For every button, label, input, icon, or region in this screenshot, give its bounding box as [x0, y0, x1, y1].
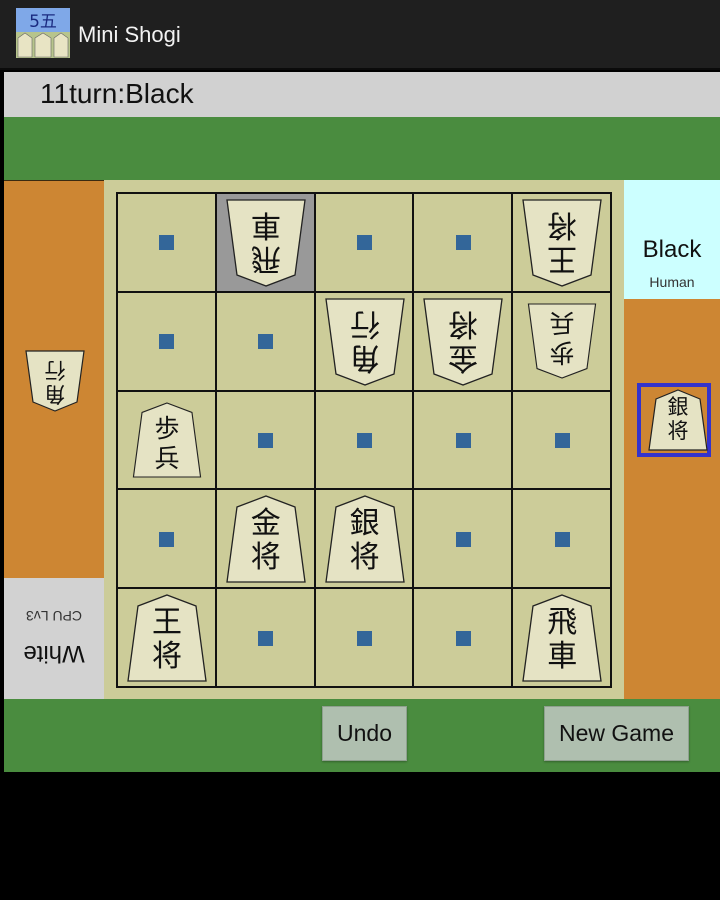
piece-label: 飛車 [547, 605, 578, 675]
board-cell[interactable]: 王将 [118, 589, 215, 686]
piece-label: 歩兵 [154, 413, 180, 473]
board-cell[interactable] [414, 490, 512, 588]
white-captured-pieces-area[interactable]: 角行 [4, 180, 104, 579]
board-cell[interactable] [513, 490, 610, 588]
black-player-type: Human [649, 274, 695, 290]
legal-move-marker[interactable] [455, 630, 471, 646]
white-hand-piece-bishop[interactable]: 角行 [22, 348, 88, 414]
black-hand-piece-silver[interactable]: 銀将 [645, 387, 711, 453]
shogi-board[interactable]: 飛車王将角行金将歩兵歩兵金将銀将王将飛車 [116, 192, 612, 688]
board-cell[interactable]: 王将 [513, 194, 610, 291]
new-game-button[interactable]: New Game [544, 706, 689, 761]
title-bar: 5五 Mini Shogi [0, 0, 720, 70]
piece-label: 金将 [250, 506, 281, 576]
board-cell[interactable] [315, 194, 413, 291]
board-cell[interactable] [216, 292, 314, 390]
white-piece[interactable]: 歩兵 [525, 301, 599, 381]
legal-move-marker[interactable] [455, 235, 471, 251]
black-piece[interactable]: 王将 [124, 592, 210, 684]
legal-move-marker[interactable] [159, 334, 175, 350]
board-cell[interactable]: 歩兵 [513, 292, 610, 390]
board-cell[interactable]: 角行 [315, 292, 413, 390]
white-player-name: White [23, 640, 85, 667]
black-captured-pieces-area[interactable]: 銀将 [624, 299, 720, 699]
board-cell[interactable]: 飛車 [513, 589, 610, 686]
piece-label: 金将 [448, 305, 479, 375]
board-cell[interactable]: 金将 [414, 292, 512, 390]
legal-move-marker[interactable] [455, 432, 471, 448]
board-cell[interactable] [513, 391, 610, 489]
legal-move-marker[interactable] [258, 630, 274, 646]
black-player-name: Black [642, 236, 702, 263]
board-cell[interactable] [118, 292, 215, 390]
legal-move-marker[interactable] [356, 630, 372, 646]
piece-label: 銀将 [349, 506, 380, 576]
white-player-type: CPU Lv3 [25, 608, 83, 624]
app-icon: 5五 [16, 8, 70, 58]
piece-label: 王将 [547, 207, 578, 276]
black-piece[interactable]: 金将 [223, 493, 309, 585]
black-piece[interactable]: 飛車 [519, 592, 605, 684]
app-title: Mini Shogi [78, 22, 181, 47]
legal-move-marker[interactable] [356, 432, 372, 448]
board-cell[interactable]: 歩兵 [118, 391, 215, 489]
white-piece[interactable]: 角行 [322, 296, 408, 388]
piece-label: 角行 [349, 305, 380, 375]
app-icon-text: 5五 [29, 12, 57, 32]
board-cell[interactable] [216, 589, 314, 686]
turn-status-text: 11turn:Black [40, 78, 194, 109]
board-cell[interactable] [414, 589, 512, 686]
board-cell[interactable]: 銀将 [315, 490, 413, 588]
legal-move-marker[interactable] [554, 531, 570, 547]
piece-label: 歩兵 [549, 307, 575, 367]
board-cell[interactable] [414, 391, 512, 489]
board-cell[interactable] [414, 194, 512, 291]
legal-move-marker[interactable] [258, 432, 274, 448]
legal-move-marker[interactable] [159, 235, 175, 251]
piece-label: 飛車 [250, 207, 281, 276]
legal-move-marker[interactable] [356, 235, 372, 251]
black-player-info: Black Human [624, 180, 720, 299]
top-margin-band [4, 117, 720, 180]
legal-move-marker[interactable] [258, 334, 274, 350]
legal-move-marker[interactable] [455, 531, 471, 547]
selected-hand-piece-highlight[interactable]: 銀将 [637, 383, 711, 457]
piece-label: 王将 [152, 605, 182, 675]
board-cell[interactable]: 金将 [216, 490, 314, 588]
white-piece[interactable]: 王将 [519, 197, 605, 289]
legal-move-marker[interactable] [554, 432, 570, 448]
board-cell[interactable]: 飛車 [216, 194, 314, 291]
white-piece[interactable]: 飛車 [223, 197, 309, 289]
board-cell[interactable] [315, 391, 413, 489]
white-piece[interactable]: 金将 [420, 296, 506, 388]
bottom-button-bar: Undo New Game [4, 699, 720, 772]
black-piece[interactable]: 銀将 [322, 493, 408, 585]
piece-label: 角行 [44, 358, 66, 406]
piece-label: 銀将 [667, 395, 689, 443]
board-cell[interactable] [118, 490, 215, 588]
undo-button[interactable]: Undo [322, 706, 407, 761]
board-cell[interactable] [315, 589, 413, 686]
turn-status-bar: 11turn:Black [4, 72, 720, 117]
board-cell[interactable] [118, 194, 215, 291]
legal-move-marker[interactable] [159, 531, 175, 547]
white-player-info: White CPU Lv3 [4, 578, 104, 699]
board-cell[interactable] [216, 391, 314, 489]
black-piece[interactable]: 歩兵 [130, 400, 204, 480]
